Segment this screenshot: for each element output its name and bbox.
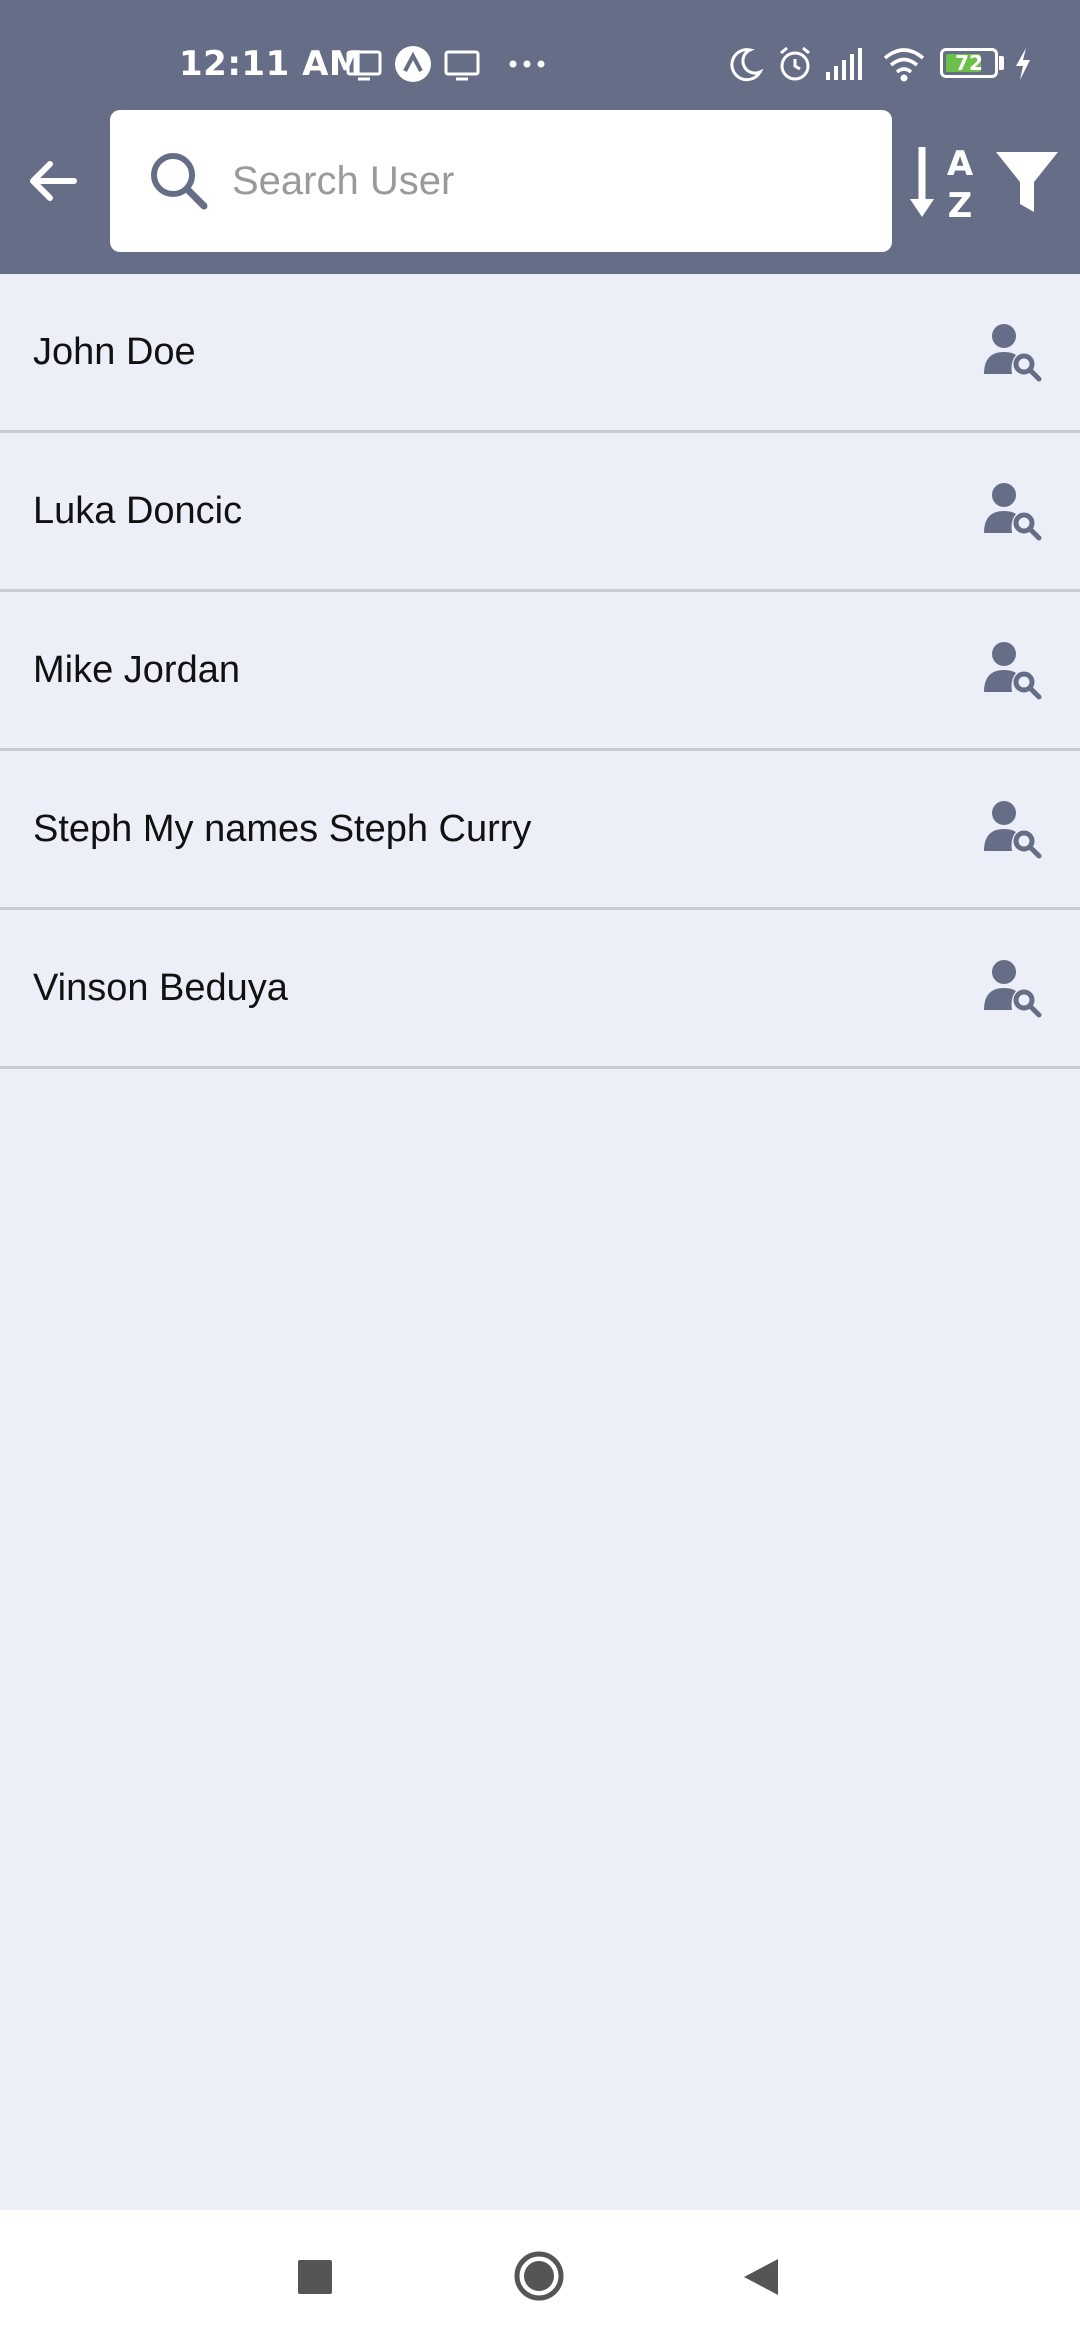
- app-bar: A Z: [0, 108, 1080, 274]
- system-nav-bar: [0, 2210, 1080, 2340]
- svg-text:Z: Z: [948, 186, 973, 223]
- home-icon[interactable]: [513, 2250, 565, 2302]
- battery-nub: [999, 56, 1004, 70]
- app-notification-icon: [395, 46, 431, 82]
- list-item[interactable]: Mike Jordan: [0, 592, 1080, 751]
- battery-level: 72: [955, 51, 983, 75]
- battery-icon: 72: [940, 48, 998, 78]
- filter-icon[interactable]: [994, 148, 1060, 218]
- moon-icon: [730, 48, 764, 82]
- svg-text:A: A: [947, 144, 974, 184]
- search-icon: [151, 153, 208, 210]
- list-item[interactable]: Vinson Beduya: [0, 910, 1080, 1069]
- user-name: Mike Jordan: [33, 649, 240, 691]
- charging-icon: [1016, 48, 1030, 80]
- user-search-icon[interactable]: [982, 799, 1042, 859]
- alarm-icon: [780, 46, 810, 81]
- status-bar: 12:11 AM 72: [0, 0, 1080, 108]
- more-notifications-icon: [509, 60, 545, 68]
- recents-icon[interactable]: [298, 2260, 332, 2294]
- user-search-icon[interactable]: [982, 481, 1042, 541]
- signal-icon: [826, 48, 862, 80]
- arrow-left-icon: [30, 161, 77, 201]
- back-button[interactable]: [22, 150, 84, 212]
- status-time: 12:11 AM: [179, 44, 364, 84]
- list-item[interactable]: Luka Doncic: [0, 433, 1080, 592]
- search-input[interactable]: [232, 140, 872, 222]
- user-search-icon[interactable]: [982, 322, 1042, 382]
- wifi-icon: [883, 48, 925, 82]
- screen-cast-icon: [444, 50, 480, 81]
- user-name: Vinson Beduya: [33, 967, 288, 1009]
- list-item[interactable]: John Doe: [0, 274, 1080, 433]
- back-icon[interactable]: [742, 2257, 780, 2297]
- user-search-icon[interactable]: [982, 640, 1042, 700]
- user-name: Luka Doncic: [33, 490, 243, 532]
- user-name: Steph My names Steph Curry: [33, 808, 532, 850]
- search-box[interactable]: [110, 110, 892, 252]
- user-list: John Doe Luka Doncic Mike Jordan Steph M…: [0, 274, 1080, 1069]
- user-name: John Doe: [33, 331, 196, 373]
- screen-cast-icon: [346, 50, 382, 81]
- list-item[interactable]: Steph My names Steph Curry: [0, 751, 1080, 910]
- user-search-icon[interactable]: [982, 958, 1042, 1018]
- sort-alpha-icon[interactable]: A Z: [908, 143, 984, 223]
